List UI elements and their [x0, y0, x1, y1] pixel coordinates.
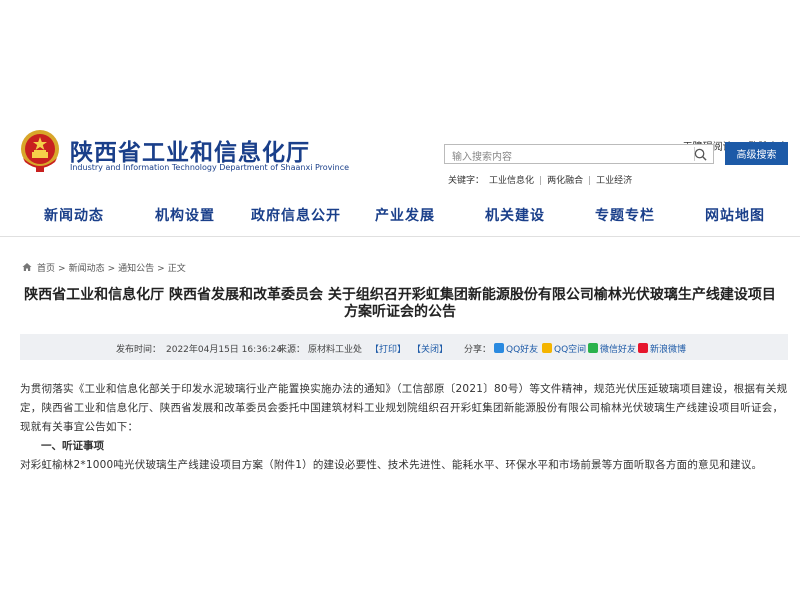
- article-body: 为贯彻落实《工业和信息化部关于印发水泥玻璃行业产能置换实施办法的通知》（工信部原…: [20, 380, 788, 475]
- breadcrumb-current: 正文: [167, 264, 186, 274]
- breadcrumb-news[interactable]: 新闻动态: [69, 261, 105, 274]
- breadcrumb-separator: >: [58, 264, 66, 274]
- main-nav: 新闻动态 机构设置 政府信息公开 产业发展 机关建设 专题专栏 网站地图: [0, 199, 800, 231]
- nav-item-news[interactable]: 新闻动态: [44, 205, 104, 225]
- advanced-search-button[interactable]: 高级搜索: [725, 142, 788, 165]
- share-label-text: 微信好友: [600, 345, 637, 355]
- close-link[interactable]: 【关闭】: [412, 342, 448, 355]
- breadcrumb-separator: >: [107, 264, 116, 274]
- article-title-line: 陕西省工业和信息化厅 陕西省发展和改革委员会 关于组织召开彩虹集团新能源股份有限…: [24, 287, 776, 303]
- keywords-row: 关键字： 工业信息化 | 两化融合 | 工业经济: [448, 173, 637, 186]
- site-title[interactable]: 陕西省工业和信息化厅: [70, 133, 310, 167]
- weibo-icon: [638, 343, 648, 353]
- search-icon[interactable]: [694, 148, 707, 161]
- share-qzone-button[interactable]: QQ空间: [542, 342, 586, 355]
- nav-item-gov-info[interactable]: 政府信息公开: [251, 205, 341, 225]
- home-icon: [22, 263, 32, 271]
- nav-item-industry[interactable]: 产业发展: [375, 205, 435, 225]
- keyword-link[interactable]: 工业信息化: [489, 176, 534, 186]
- article-paragraph: 对彩虹榆林2*1000吨光伏玻璃生产线建设项目方案（附件1）的建设必要性、技术先…: [20, 459, 763, 471]
- wechat-icon: [588, 343, 598, 353]
- search-input[interactable]: [445, 148, 685, 167]
- article-title: 陕西省工业和信息化厅 陕西省发展和改革委员会 关于组织召开彩虹集团新能源股份有限…: [20, 287, 780, 321]
- breadcrumb: 首页 > 新闻动态 > 通知公告 > 正文: [22, 261, 186, 274]
- article-title-line: 方案听证会的公告: [344, 304, 456, 320]
- search-box: [444, 144, 714, 167]
- qq-icon: [494, 343, 504, 353]
- print-link[interactable]: 【打印】: [370, 342, 406, 355]
- breadcrumb-home[interactable]: 首页: [37, 261, 55, 274]
- article-paragraph: 为贯彻落实《工业和信息化部关于印发水泥玻璃行业产能置换实施办法的通知》（工信部原…: [20, 383, 788, 433]
- published-time: 2022年04月15日 16:36:24: [166, 345, 283, 355]
- national-emblem-icon: [21, 130, 59, 172]
- share-label-text: QQ空间: [554, 345, 587, 355]
- nav-item-sitemap[interactable]: 网站地图: [705, 205, 765, 225]
- source-label: 来源：: [278, 345, 306, 355]
- nav-item-organization[interactable]: 机构设置: [155, 205, 215, 225]
- share-wechat-button[interactable]: 微信好友: [588, 342, 636, 355]
- breadcrumb-separator: >: [157, 264, 165, 274]
- share-label-text: QQ好友: [506, 345, 539, 355]
- share-qq-button[interactable]: QQ好友: [494, 342, 538, 355]
- divider: [0, 236, 800, 237]
- article-section-heading: 一、听证事项: [41, 440, 104, 452]
- qzone-icon: [542, 343, 552, 353]
- published-label: 发布时间：: [116, 345, 162, 355]
- article-meta-bar: 发布时间： 2022年04月15日 16:36:24 来源： 原材料工业处 【打…: [20, 334, 788, 360]
- keyword-link[interactable]: 两化融合: [547, 176, 583, 186]
- keyword-link[interactable]: 工业经济: [596, 176, 632, 186]
- share-label: 分享：: [464, 345, 492, 355]
- share-label-text: 新浪微博: [650, 345, 687, 355]
- share-weibo-button[interactable]: 新浪微博: [638, 342, 686, 355]
- divider: |: [539, 176, 543, 186]
- site-subtitle: Industry and Information Technology Depa…: [70, 163, 350, 172]
- divider: |: [588, 176, 592, 186]
- breadcrumb-notices[interactable]: 通知公告: [118, 261, 154, 274]
- nav-item-party-building[interactable]: 机关建设: [485, 205, 545, 225]
- nav-item-topics[interactable]: 专题专栏: [595, 205, 655, 225]
- keywords-label: 关键字：: [448, 176, 485, 186]
- source-value: 原材料工业处: [308, 345, 363, 355]
